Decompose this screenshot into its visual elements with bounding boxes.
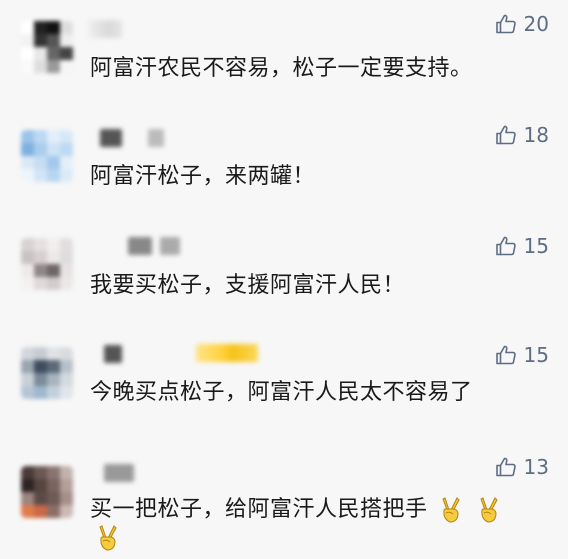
comment-text: 买一把松子，给阿富汗人民搭把手 xyxy=(90,491,503,525)
comment-text: 我要买松子，支援阿富汗人民！ xyxy=(90,273,406,298)
like-count: 15 xyxy=(523,234,549,258)
like-button[interactable]: 18 xyxy=(494,123,549,147)
avatar[interactable] xyxy=(21,347,73,399)
comment-text: 阿富汗农民不容易，松子一定要支持。 xyxy=(90,56,473,81)
username xyxy=(88,20,122,38)
username xyxy=(128,237,152,255)
like-button[interactable]: 15 xyxy=(494,234,549,258)
username xyxy=(160,237,180,255)
thumbs-up-icon xyxy=(495,236,516,256)
thumbs-up-icon xyxy=(495,125,516,145)
comment-text: 今晚买点松子，阿富汗人民太不容易了 xyxy=(90,380,473,405)
like-count: 18 xyxy=(523,123,549,147)
avatar[interactable] xyxy=(21,466,73,518)
victory-hand-emoji xyxy=(442,497,460,523)
username xyxy=(104,345,122,363)
thumbs-up-icon xyxy=(495,345,516,365)
like-button[interactable]: 20 xyxy=(494,12,549,36)
like-count: 13 xyxy=(523,455,549,479)
username xyxy=(100,129,122,147)
like-count: 20 xyxy=(523,12,549,36)
like-count: 15 xyxy=(523,343,549,367)
victory-hand-emoji xyxy=(479,497,498,523)
comment-text-body: 买一把松子，给阿富汗人民搭把手 xyxy=(90,497,428,522)
username xyxy=(196,344,258,362)
avatar[interactable] xyxy=(21,238,73,290)
thumbs-up-icon xyxy=(495,457,516,477)
like-button[interactable]: 13 xyxy=(494,455,549,479)
username xyxy=(148,129,164,147)
avatar[interactable] xyxy=(21,130,73,182)
avatar[interactable] xyxy=(21,21,73,73)
victory-hand-emoji xyxy=(99,525,117,551)
thumbs-up-icon xyxy=(495,14,516,34)
comment-text: 阿富汗松子，来两罐！ xyxy=(90,164,316,189)
like-button[interactable]: 15 xyxy=(494,343,549,367)
username xyxy=(104,464,134,482)
